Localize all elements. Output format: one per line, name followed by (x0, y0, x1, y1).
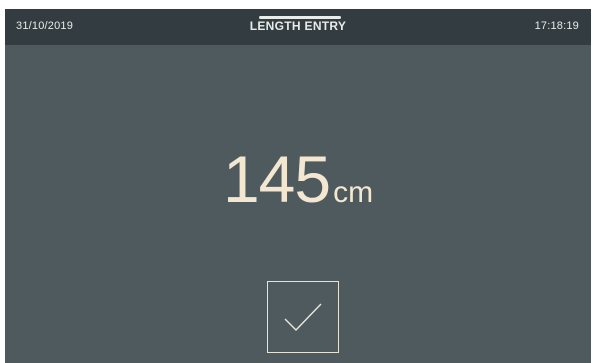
page-title: LENGTH ENTRY (249, 19, 347, 33)
length-unit: cm (333, 176, 374, 209)
check-icon (284, 303, 322, 331)
header-time: 17:18:19 (534, 20, 579, 32)
device-screen: 31/10/2019 LENGTH ENTRY 17:18:19 145 cm (5, 9, 591, 363)
length-value: 145 (222, 142, 331, 216)
header-bar: 31/10/2019 LENGTH ENTRY 17:18:19 (5, 9, 591, 45)
confirm-button[interactable] (267, 281, 339, 353)
top-notch-indicator (259, 16, 341, 19)
length-readout: 145 cm (5, 146, 591, 212)
